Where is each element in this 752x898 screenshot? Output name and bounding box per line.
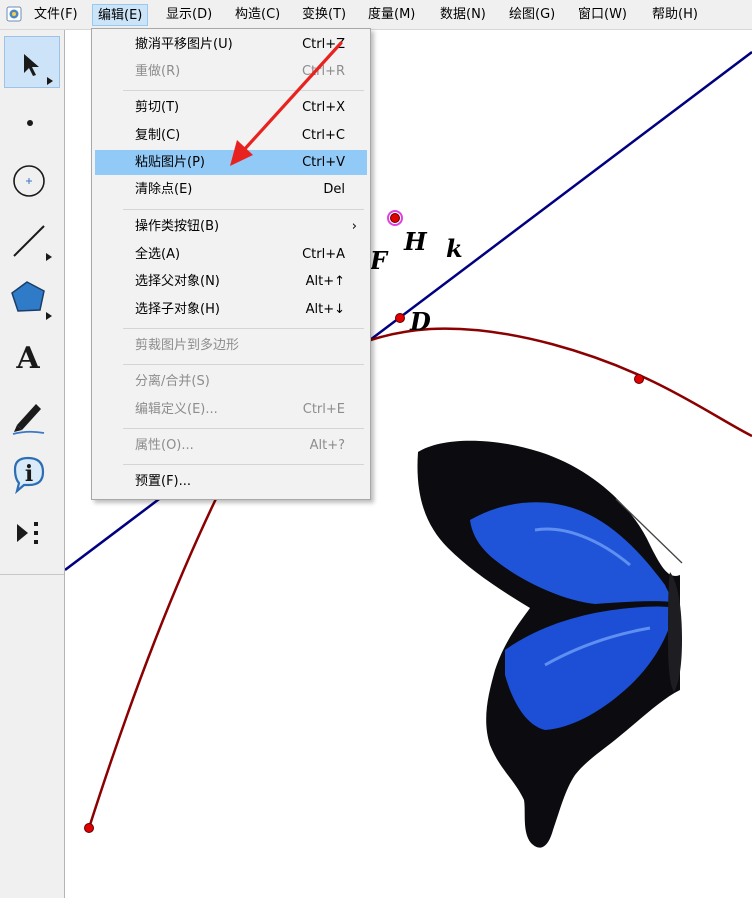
annotation-arrow [230, 41, 343, 166]
annotation-arrow-shaft [241, 41, 343, 153]
